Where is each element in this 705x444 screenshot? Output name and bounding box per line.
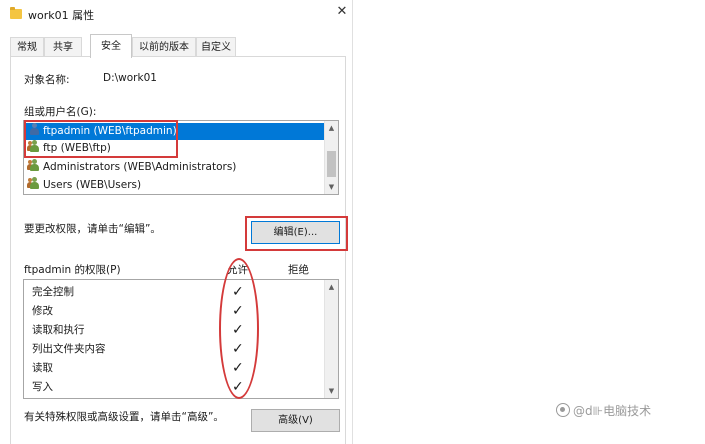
advanced-hint: 有关特殊权限或高级设置，请单击“高级”。 (24, 411, 224, 423)
change-hint: 要更改权限，请单击“编辑”。 (24, 223, 161, 235)
scroll-down-arrow-icon[interactable]: ▼ (325, 180, 338, 194)
users-scrollbar[interactable]: ▲ ▼ (324, 121, 338, 194)
allow-check-icon: ✓ (232, 360, 244, 376)
user-icon (28, 123, 41, 136)
permissions-label: ftpadmin 的权限(P) (24, 264, 121, 276)
permission-row-modify: 修改 ✓ (32, 303, 244, 319)
watermark: @d⊪电脑技术 (556, 402, 651, 419)
scroll-down-arrow-icon[interactable]: ▼ (325, 384, 338, 398)
window-title: work01 属性 (28, 9, 95, 22)
list-item-ftp[interactable]: ftp (WEB\ftp) (24, 140, 324, 157)
list-item-users[interactable]: Users (WEB\Users) (24, 177, 324, 194)
permission-row-write: 写入 ✓ (32, 379, 244, 395)
tab-general[interactable]: 常规 (10, 37, 44, 57)
allow-check-icon: ✓ (232, 341, 244, 357)
tab-previous-versions[interactable]: 以前的版本 (132, 37, 196, 57)
group-icon (27, 177, 41, 190)
deny-column-header: 拒绝 (288, 264, 309, 276)
permission-row-read-execute: 读取和执行 ✓ (32, 322, 244, 338)
scroll-thumb[interactable] (327, 151, 336, 177)
tab-customize[interactable]: 自定义 (196, 37, 236, 57)
users-listbox[interactable]: ftpadmin (WEB\ftpadmin) ftp (WEB\ftp) Ad… (23, 120, 339, 195)
allow-column-header: 允许 (227, 264, 248, 276)
object-name-label: 对象名称: (24, 74, 70, 86)
edit-button[interactable]: 编辑(E)... (251, 221, 340, 244)
advanced-button[interactable]: 高级(V) (251, 409, 340, 432)
allow-check-icon: ✓ (232, 303, 244, 319)
close-button[interactable]: ✕ (333, 4, 351, 24)
folder-icon (10, 7, 22, 19)
groups-label: 组或用户名(G): (24, 106, 97, 118)
group-icon (27, 140, 41, 153)
allow-check-icon: ✓ (232, 322, 244, 338)
properties-window: work01 属性 ✕ 常规 共享 安全 以前的版本 自定义 对象名称: D:\… (0, 0, 353, 444)
group-icon (27, 159, 41, 172)
permission-row-list-folder: 列出文件夹内容 ✓ (32, 341, 244, 357)
permissions-listbox[interactable]: 完全控制 ✓ 修改 ✓ 读取和执行 ✓ 列出文件夹内容 ✓ 读取 ✓ 写入 ✓ … (23, 279, 339, 399)
permissions-scrollbar[interactable]: ▲ ▼ (324, 280, 338, 398)
watermark-logo-icon (556, 403, 570, 417)
tab-security[interactable]: 安全 (90, 34, 132, 58)
allow-check-icon: ✓ (232, 379, 244, 395)
tab-sharing[interactable]: 共享 (44, 37, 82, 57)
title-bar[interactable]: work01 属性 ✕ (0, 0, 353, 30)
list-item-ftpadmin[interactable]: ftpadmin (WEB\ftpadmin) (24, 123, 324, 140)
allow-check-icon: ✓ (232, 284, 244, 300)
scroll-up-arrow-icon[interactable]: ▲ (325, 280, 338, 294)
scroll-up-arrow-icon[interactable]: ▲ (325, 121, 338, 135)
list-item-administrators[interactable]: Administrators (WEB\Administrators) (24, 159, 324, 176)
permission-row-full-control: 完全控制 ✓ (32, 284, 244, 300)
permission-row-read: 读取 ✓ (32, 360, 244, 376)
object-name-value: D:\work01 (103, 72, 157, 84)
